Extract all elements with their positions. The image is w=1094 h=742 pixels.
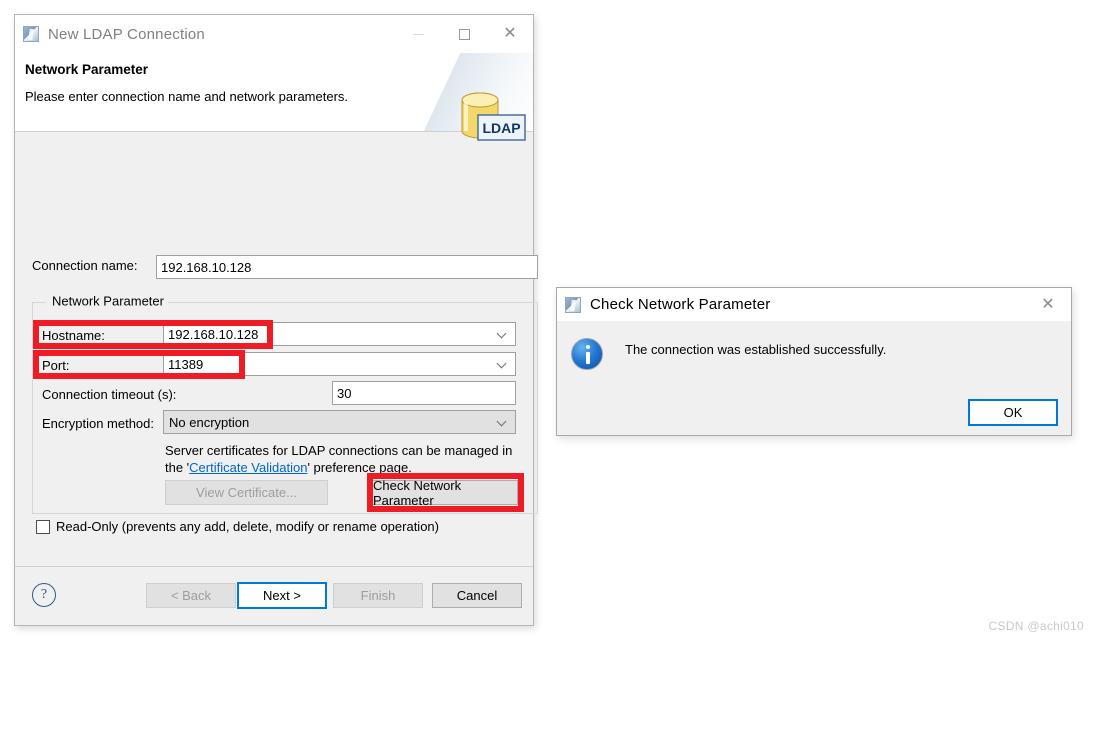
close-icon: ✕	[503, 25, 517, 42]
dialog-message: The connection was established successfu…	[625, 342, 887, 357]
information-icon	[571, 338, 603, 370]
wizard-titlebar: New LDAP Connection ✕	[15, 15, 533, 53]
read-only-label: Read-Only (prevents any add, delete, mod…	[56, 519, 439, 534]
dialog-ok-button[interactable]: OK	[968, 399, 1058, 426]
hostname-label: Hostname:	[42, 328, 105, 343]
connection-name-input[interactable]: 192.168.10.128	[156, 255, 538, 279]
network-parameter-group-label: Network Parameter	[48, 293, 168, 309]
new-ldap-connection-window: New LDAP Connection ✕ Network Parameter …	[14, 14, 538, 626]
read-only-checkbox[interactable]	[36, 519, 50, 534]
certificate-note-line-2: the 'Certificate Validation' preference …	[165, 459, 512, 476]
group-border-left	[32, 302, 46, 303]
port-input[interactable]: 11389	[163, 352, 239, 376]
wizard-footer: ? < Back Next > Finish Cancel	[15, 566, 533, 625]
chevron-down-icon	[498, 360, 507, 369]
group-border-right	[133, 302, 538, 303]
encryption-method-combo[interactable]: No encryption	[163, 410, 516, 434]
connection-name-label: Connection name:	[32, 258, 138, 273]
back-button[interactable]: < Back	[146, 583, 236, 608]
maximize-icon	[458, 28, 470, 40]
minimize-button[interactable]	[395, 15, 441, 53]
finish-button[interactable]: Finish	[333, 583, 423, 608]
certificate-validation-link[interactable]: Certificate Validation	[189, 460, 307, 475]
window-controls: ✕	[395, 15, 533, 53]
connection-name-row: Connection name:	[32, 258, 156, 273]
connection-timeout-label: Connection timeout (s):	[42, 387, 177, 402]
dialog-app-icon	[565, 296, 581, 313]
close-icon: ✕	[1041, 295, 1055, 313]
wizard-title: New LDAP Connection	[48, 25, 205, 43]
close-button[interactable]: ✕	[487, 15, 533, 53]
wizard-body: Connection name: 192.168.10.128 Network …	[15, 132, 538, 742]
check-network-parameter-dialog: Check Network Parameter ✕ The connection…	[556, 287, 1072, 436]
chevron-down-icon	[498, 418, 507, 427]
cert-note-suffix: ' preference page.	[307, 460, 412, 475]
cert-note-prefix: the '	[165, 460, 190, 475]
wizard-header: Network Parameter Please enter connectio…	[15, 53, 533, 141]
certificate-note: Server certificates for LDAP connections…	[165, 442, 512, 476]
hostname-input[interactable]: 192.168.10.128	[163, 322, 287, 346]
chevron-down-icon	[498, 330, 507, 339]
maximize-button[interactable]	[441, 15, 487, 53]
check-network-parameter-button[interactable]: Check Network Parameter	[372, 478, 518, 508]
minimize-icon	[412, 33, 424, 35]
dialog-window-controls: ✕	[1025, 288, 1071, 321]
cancel-button[interactable]: Cancel	[432, 583, 522, 608]
connection-timeout-input[interactable]: 30	[332, 381, 516, 405]
dialog-close-button[interactable]: ✕	[1025, 288, 1071, 321]
encryption-method-label: Encryption method:	[42, 416, 155, 431]
view-certificate-button[interactable]: View Certificate...	[165, 480, 328, 505]
help-icon[interactable]: ?	[32, 583, 56, 607]
certificate-note-line-1: Server certificates for LDAP connections…	[165, 443, 513, 458]
next-button[interactable]: Next >	[237, 582, 327, 609]
dialog-title: Check Network Parameter	[590, 296, 771, 313]
port-label: Port:	[42, 358, 70, 373]
dialog-titlebar: Check Network Parameter ✕	[557, 288, 1071, 321]
read-only-row[interactable]: Read-Only (prevents any add, delete, mod…	[36, 519, 439, 534]
encryption-method-value: No encryption	[169, 414, 250, 430]
ldap-app-icon	[23, 26, 39, 42]
watermark: CSDN @achi010	[988, 619, 1084, 633]
